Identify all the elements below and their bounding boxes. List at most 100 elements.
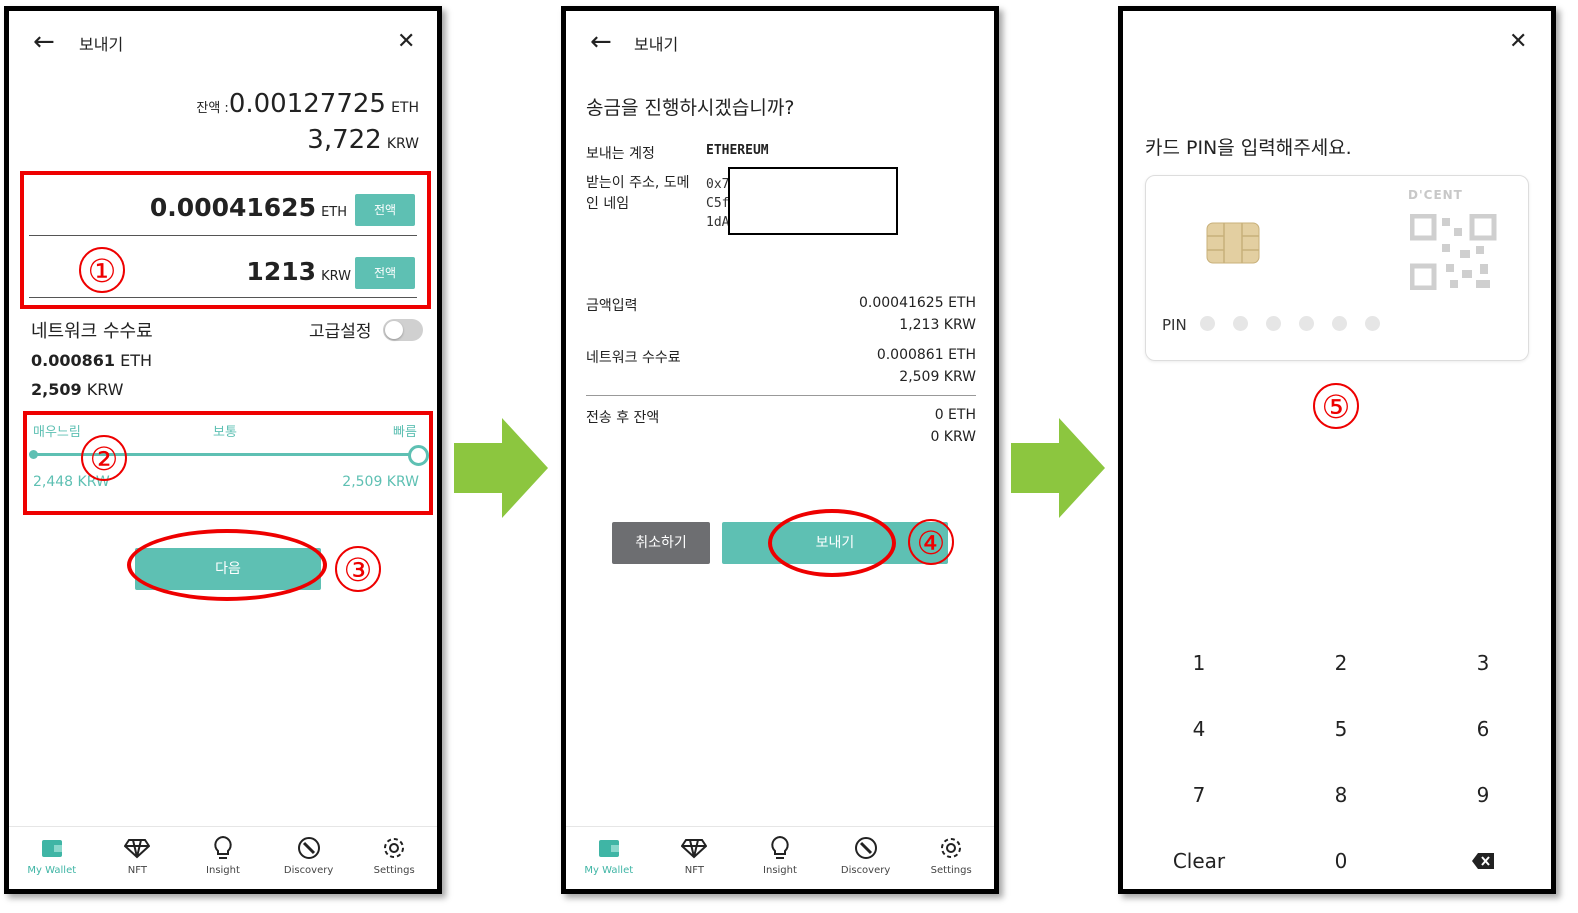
balance-krw-unit: KRW xyxy=(386,136,419,152)
diamond-icon xyxy=(124,839,151,859)
nav-my-wallet[interactable]: My Wallet xyxy=(9,827,95,889)
close-icon[interactable]: ✕ xyxy=(1509,29,1527,54)
page-title: 보내기 xyxy=(79,35,124,54)
nav-my-wallet[interactable]: My Wallet xyxy=(566,827,652,889)
nav-label: NFT xyxy=(684,865,704,876)
remain-eth: 0 ETH xyxy=(934,407,976,423)
compass-icon xyxy=(854,837,877,859)
pin-dot xyxy=(1266,316,1281,331)
annotation-3: ③ xyxy=(335,546,381,592)
cancel-button[interactable]: 취소하기 xyxy=(612,522,710,564)
diamond-icon xyxy=(681,839,708,859)
card-image: D'CENT PIN xyxy=(1145,175,1529,361)
balance-eth: 0.00127725 xyxy=(228,89,386,119)
balance-krw-row: 3,722 KRW xyxy=(307,125,419,155)
annotation-2: ② xyxy=(81,435,127,481)
from-label: 보내는 계정 xyxy=(586,146,655,162)
gear-icon xyxy=(941,838,962,858)
key-8[interactable]: 8 xyxy=(1301,783,1381,807)
nav-label: Settings xyxy=(373,865,415,876)
key-1[interactable]: 1 xyxy=(1159,651,1239,675)
bottom-nav: My Wallet NFT Insight Discovery Settings xyxy=(9,826,437,889)
send-amount-screen: ← 보내기 ✕ 잔액 :0.00127725 ETH 3,722 KRW 0.0… xyxy=(4,6,442,894)
compass-icon xyxy=(297,837,320,859)
annotation-oval-4 xyxy=(768,509,896,577)
wallet-icon xyxy=(598,840,619,857)
nav-settings[interactable]: Settings xyxy=(351,827,437,889)
page-title: 보내기 xyxy=(634,35,679,54)
send-confirm-screen: ← 보내기 송금을 진행하시겠습니까? 보내는 계정 ETHEREUM 받는이 … xyxy=(561,6,999,894)
to-address-line: C5f xyxy=(706,196,730,211)
bottom-nav: My Wallet NFT Insight Discovery Settings xyxy=(566,826,994,889)
key-6[interactable]: 6 xyxy=(1443,717,1523,741)
nav-label: Settings xyxy=(930,865,972,876)
lightbulb-icon xyxy=(214,835,232,859)
nav-label: NFT xyxy=(127,865,147,876)
fee-label: 네트워크 수수료 xyxy=(586,350,681,366)
from-value: ETHEREUM xyxy=(706,143,769,158)
gear-icon xyxy=(384,838,405,858)
remain-label: 전송 후 잔액 xyxy=(586,410,660,426)
divider xyxy=(586,395,976,396)
amount-eth: 0.00041625 ETH xyxy=(859,295,976,311)
nav-label: Insight xyxy=(763,865,797,876)
nav-label: Insight xyxy=(206,865,240,876)
redaction-box xyxy=(728,167,898,235)
key-2[interactable]: 2 xyxy=(1301,651,1381,675)
pin-dot xyxy=(1233,316,1248,331)
backspace-icon xyxy=(1472,853,1494,869)
arrow-right-icon xyxy=(1011,418,1105,518)
nav-label: My Wallet xyxy=(27,865,77,876)
pin-dot xyxy=(1200,316,1215,331)
key-0[interactable]: 0 xyxy=(1301,849,1381,873)
close-icon[interactable]: ✕ xyxy=(397,29,415,54)
advanced-toggle[interactable] xyxy=(383,319,423,341)
nav-insight[interactable]: Insight xyxy=(180,827,266,889)
balance-eth-unit: ETH xyxy=(391,100,419,116)
balance-krw: 3,722 xyxy=(307,125,382,155)
annotation-oval-3 xyxy=(127,529,327,601)
key-5[interactable]: 5 xyxy=(1301,717,1381,741)
pin-dot xyxy=(1299,316,1314,331)
fee-eth: 0.000861 xyxy=(31,351,116,370)
key-clear[interactable]: Clear xyxy=(1159,849,1239,873)
back-arrow-icon[interactable]: ← xyxy=(33,29,55,55)
key-3[interactable]: 3 xyxy=(1443,651,1523,675)
lightbulb-icon xyxy=(771,835,789,859)
card-brand-logo: D'CENT xyxy=(1408,188,1463,202)
key-7[interactable]: 7 xyxy=(1159,783,1239,807)
balance: 잔액 :0.00127725 ETH xyxy=(196,89,419,119)
qr-code-icon xyxy=(1410,214,1497,290)
pin-entry-screen: ✕ 카드 PIN을 입력해주세요. D'CENT PIN ⑤ 1 2 3 4 5… xyxy=(1118,6,1556,894)
nav-settings[interactable]: Settings xyxy=(908,827,994,889)
nav-nft[interactable]: NFT xyxy=(95,827,181,889)
annotation-1: ① xyxy=(79,247,125,293)
fee-eth-unit: ETH xyxy=(120,351,153,370)
pin-dot xyxy=(1365,316,1380,331)
nav-discovery[interactable]: Discovery xyxy=(823,827,909,889)
back-arrow-icon[interactable]: ← xyxy=(590,29,612,55)
confirm-question: 송금을 진행하시겠습니까? xyxy=(586,97,795,119)
to-address: 0x7 C5f 1dA xyxy=(706,175,729,232)
nav-insight[interactable]: Insight xyxy=(737,827,823,889)
nav-label: My Wallet xyxy=(584,865,634,876)
amount-label: 금액입력 xyxy=(586,298,638,314)
key-4[interactable]: 4 xyxy=(1159,717,1239,741)
fee-krw: 2,509 KRW xyxy=(899,369,976,385)
chip-icon xyxy=(1206,222,1260,264)
to-label: 받는이 주소, 도메인 네임 xyxy=(586,175,690,212)
nav-label: Discovery xyxy=(283,865,334,876)
pin-prompt: 카드 PIN을 입력해주세요. xyxy=(1145,137,1352,159)
fee-krw: 2,509 xyxy=(31,380,82,399)
amount-krw: 1,213 KRW xyxy=(899,317,976,333)
arrow-right-icon xyxy=(454,418,548,518)
to-address-line: 0x7 xyxy=(706,177,730,192)
key-backspace[interactable] xyxy=(1443,851,1523,875)
fee-krw-unit: KRW xyxy=(86,380,124,399)
key-9[interactable]: 9 xyxy=(1443,783,1523,807)
pin-dot xyxy=(1332,316,1347,331)
nav-nft[interactable]: NFT xyxy=(652,827,738,889)
nav-discovery[interactable]: Discovery xyxy=(266,827,352,889)
remain-krw: 0 KRW xyxy=(930,429,976,445)
balance-label: 잔액 : xyxy=(196,101,229,116)
